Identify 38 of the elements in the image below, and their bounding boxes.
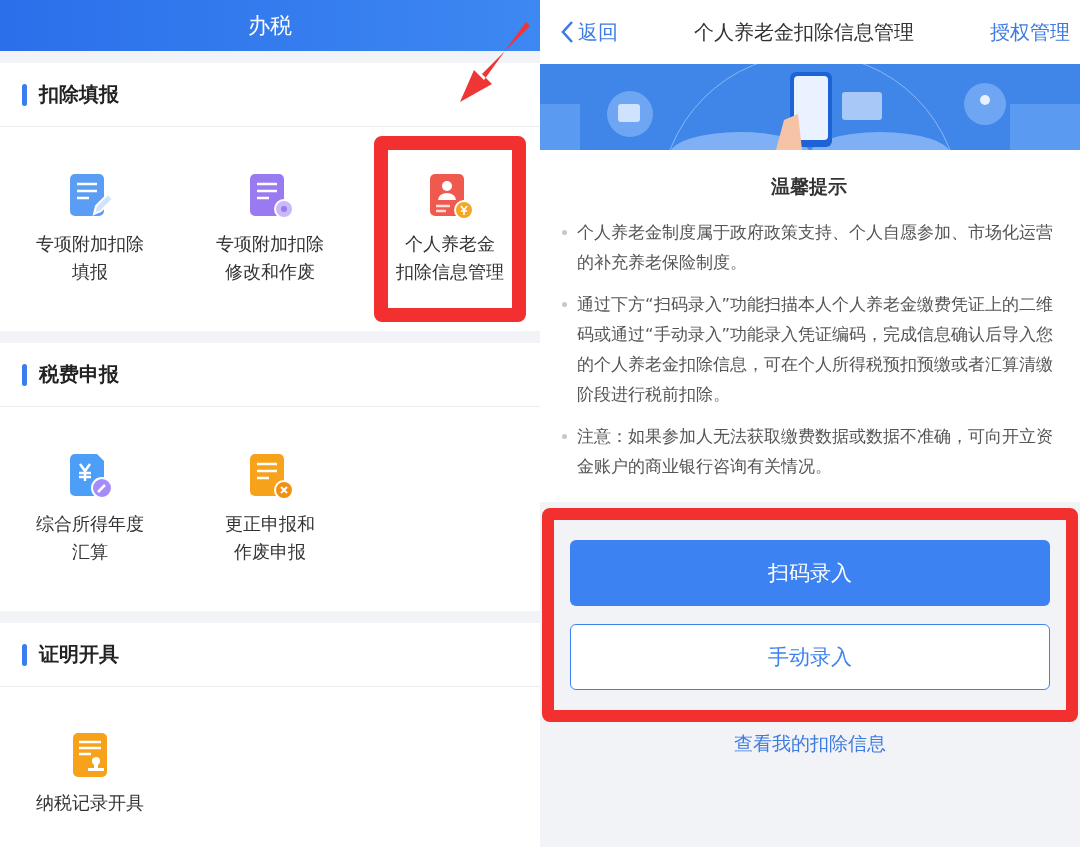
service-item[interactable]: 专项附加扣除 填报 xyxy=(14,128,166,330)
screen-title: 个人养老金扣除信息管理 xyxy=(694,18,914,46)
notice-paragraph: 个人养老金制度属于政府政策支持、个人自愿参加、市场化运营的补充养老保险制度。 xyxy=(577,222,1054,274)
item-label: 填报 xyxy=(72,260,108,284)
service-item[interactable]: 综合所得年度 汇算 xyxy=(14,408,166,610)
page-title: 办税 xyxy=(248,11,292,40)
back-button[interactable]: 返回 xyxy=(560,18,618,46)
service-item[interactable]: 个人养老金 扣除信息管理 xyxy=(374,136,526,322)
section-title: 证明开具 xyxy=(39,641,119,668)
manual-entry-button[interactable]: 手动录入 xyxy=(570,624,1050,690)
item-label: 汇算 xyxy=(72,540,108,564)
item-label: 专项附加扣除 xyxy=(216,232,324,256)
bullet-icon xyxy=(562,434,567,439)
item-label: 纳税记录开具 xyxy=(36,791,144,815)
item-label: 更正申报和 xyxy=(225,512,315,536)
item-label: 综合所得年度 xyxy=(36,512,144,536)
service-item[interactable]: 纳税记录开具 xyxy=(14,687,166,847)
item-label: 作废申报 xyxy=(234,540,306,564)
scan-entry-button[interactable]: 扫码录入 xyxy=(570,540,1050,606)
section-title: 税费申报 xyxy=(39,361,119,388)
bullet-icon xyxy=(562,230,567,235)
authorization-link[interactable]: 授权管理 xyxy=(990,18,1070,46)
item-label: 修改和作废 xyxy=(225,260,315,284)
item-label: 扣除信息管理 xyxy=(396,260,504,284)
accent-bar xyxy=(22,83,27,106)
accent-bar xyxy=(22,363,27,386)
item-label: 个人养老金 xyxy=(405,232,495,256)
bullet-icon xyxy=(562,302,567,307)
accent-bar xyxy=(22,643,27,666)
notice-title: 温馨提示 xyxy=(771,174,847,199)
item-label: 专项附加扣除 xyxy=(36,232,144,256)
view-deductions-link[interactable]: 查看我的扣除信息 xyxy=(728,730,892,758)
notice-paragraph: 注意：如果参加人无法获取缴费数据或数据不准确，可向开立资金账户的商业银行咨询有关情况。 xyxy=(577,426,1054,478)
chevron-left-icon xyxy=(560,20,574,44)
section-title: 扣除填报 xyxy=(39,81,119,108)
service-item[interactable]: 专项附加扣除 修改和作废 xyxy=(194,128,346,330)
service-item[interactable]: 更正申报和 作废申报 xyxy=(194,408,346,610)
notice-paragraph: 通过下方“扫码录入”功能扫描本人个人养老金缴费凭证上的二维码或通过“手动录入”功能录入凭证编码，完成信息确认后导入您的个人养老金扣除信息，可在个人所得税预扣预缴或者汇算清缴阶段进行税前扣除。 xyxy=(577,294,1055,406)
